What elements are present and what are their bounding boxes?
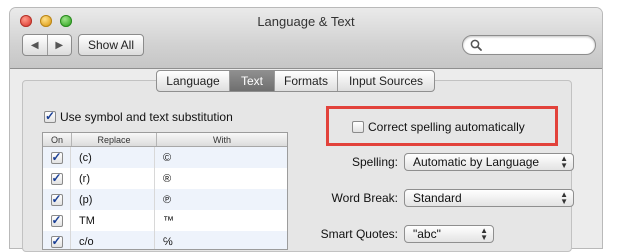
replace-cell[interactable]: c/o (71, 231, 155, 249)
substitution-table: On Replace With (c) © (r) ® (p) ℗ TM ™ c… (42, 132, 288, 250)
column-header-with[interactable]: With (157, 133, 287, 146)
table-row[interactable]: TM ™ (43, 210, 287, 231)
replace-cell[interactable]: (r) (71, 168, 155, 189)
tab-input-sources[interactable]: Input Sources (338, 71, 434, 91)
tab-formats[interactable]: Formats (275, 71, 338, 91)
smart-quotes-popup[interactable]: "abc" ▲ ▼ (404, 225, 494, 243)
table-row[interactable]: c/o ℅ (43, 231, 287, 249)
tab-text[interactable]: Text (230, 71, 275, 91)
word-break-popup[interactable]: Standard ▲ ▼ (404, 189, 574, 207)
tab-language[interactable]: Language (157, 71, 230, 91)
symbol-substitution-option[interactable]: Use symbol and text substitution (44, 109, 233, 124)
correct-spelling-label: Correct spelling automatically (368, 120, 525, 134)
smart-quotes-label: Smart Quotes: (320, 227, 398, 241)
row-enabled-checkbox[interactable] (50, 213, 63, 227)
row-enabled-checkbox[interactable] (50, 171, 63, 185)
replace-cell[interactable]: (p) (71, 189, 155, 210)
back-button[interactable]: ◀ (23, 35, 48, 55)
search-icon (470, 39, 482, 51)
symbol-substitution-checkbox[interactable] (44, 109, 56, 123)
table-body: (c) © (r) ® (p) ℗ TM ™ c/o ℅ (43, 147, 287, 249)
up-down-arrows-icon: ▲ ▼ (480, 226, 488, 242)
spelling-popup-value: Automatic by Language (413, 155, 540, 169)
word-break-label: Word Break: (331, 191, 398, 205)
replace-cell[interactable]: TM (71, 210, 155, 231)
correct-spelling-checkbox[interactable] (352, 121, 364, 133)
replace-cell[interactable]: (c) (71, 147, 155, 168)
row-enabled-checkbox[interactable] (50, 234, 63, 248)
symbol-substitution-label: Use symbol and text substitution (60, 110, 233, 124)
show-all-button[interactable]: Show All (78, 34, 144, 56)
window-title: Language & Text (257, 14, 355, 29)
word-break-popup-value: Standard (413, 191, 462, 205)
search-field[interactable] (462, 35, 596, 55)
back-forward-control: ◀ ▶ (22, 34, 72, 56)
with-cell[interactable]: ℗ (155, 189, 287, 210)
smart-quotes-popup-value: "abc" (413, 227, 441, 241)
table-row[interactable]: (r) ® (43, 168, 287, 189)
title-bar: Language & Text ◀ ▶ Show All (10, 8, 602, 69)
correct-spelling-option[interactable]: Correct spelling automatically (352, 120, 525, 134)
with-cell[interactable]: © (155, 147, 287, 168)
row-enabled-checkbox[interactable] (50, 150, 63, 164)
row-enabled-checkbox[interactable] (50, 192, 63, 206)
with-cell[interactable]: ® (155, 168, 287, 189)
table-row[interactable]: (c) © (43, 147, 287, 168)
table-header: On Replace With (43, 133, 287, 147)
up-down-arrows-icon: ▲ ▼ (560, 154, 568, 170)
table-row[interactable]: (p) ℗ (43, 189, 287, 210)
column-header-on[interactable]: On (43, 133, 72, 146)
spelling-label: Spelling: (351, 155, 398, 169)
with-cell[interactable]: ™ (155, 210, 287, 231)
column-header-replace[interactable]: Replace (72, 133, 157, 146)
with-cell[interactable]: ℅ (155, 231, 287, 249)
up-down-arrows-icon: ▲ ▼ (560, 190, 568, 206)
spelling-popup[interactable]: Automatic by Language ▲ ▼ (404, 153, 574, 171)
forward-button[interactable]: ▶ (48, 35, 72, 55)
tab-bar: Language Text Formats Input Sources (156, 70, 435, 92)
